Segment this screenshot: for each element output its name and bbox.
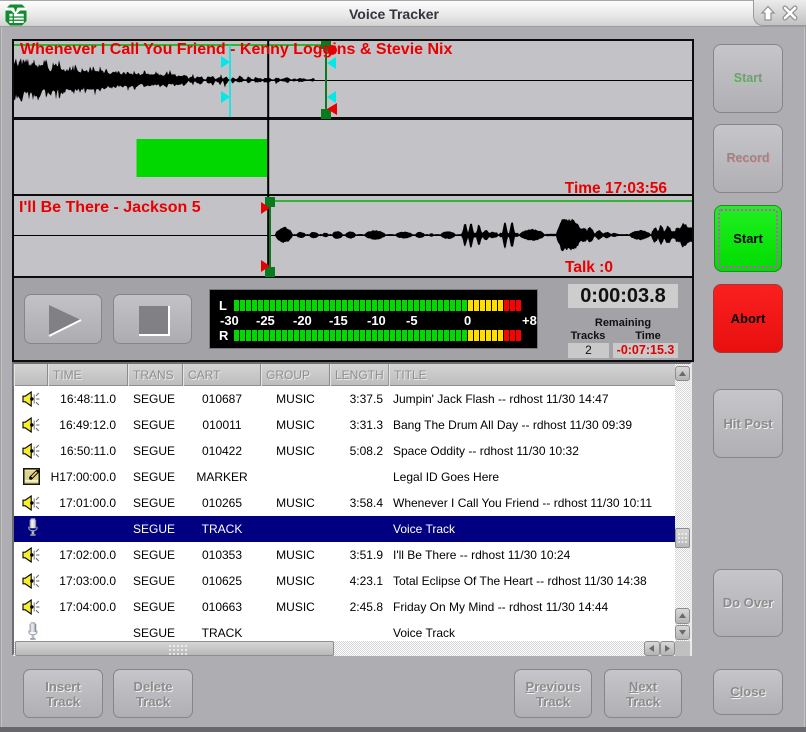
svg-text:-15: -15	[329, 313, 348, 328]
svg-text:R: R	[219, 328, 229, 343]
svg-text:-5: -5	[406, 313, 418, 328]
svg-text:L: L	[219, 298, 227, 313]
svg-text:-20: -20	[293, 313, 312, 328]
svg-text:+8: +8	[522, 313, 537, 328]
svg-text:-10: -10	[367, 313, 386, 328]
svg-text:0: 0	[464, 313, 471, 328]
svg-text:-30: -30	[220, 313, 239, 328]
svg-text:-25: -25	[256, 313, 275, 328]
